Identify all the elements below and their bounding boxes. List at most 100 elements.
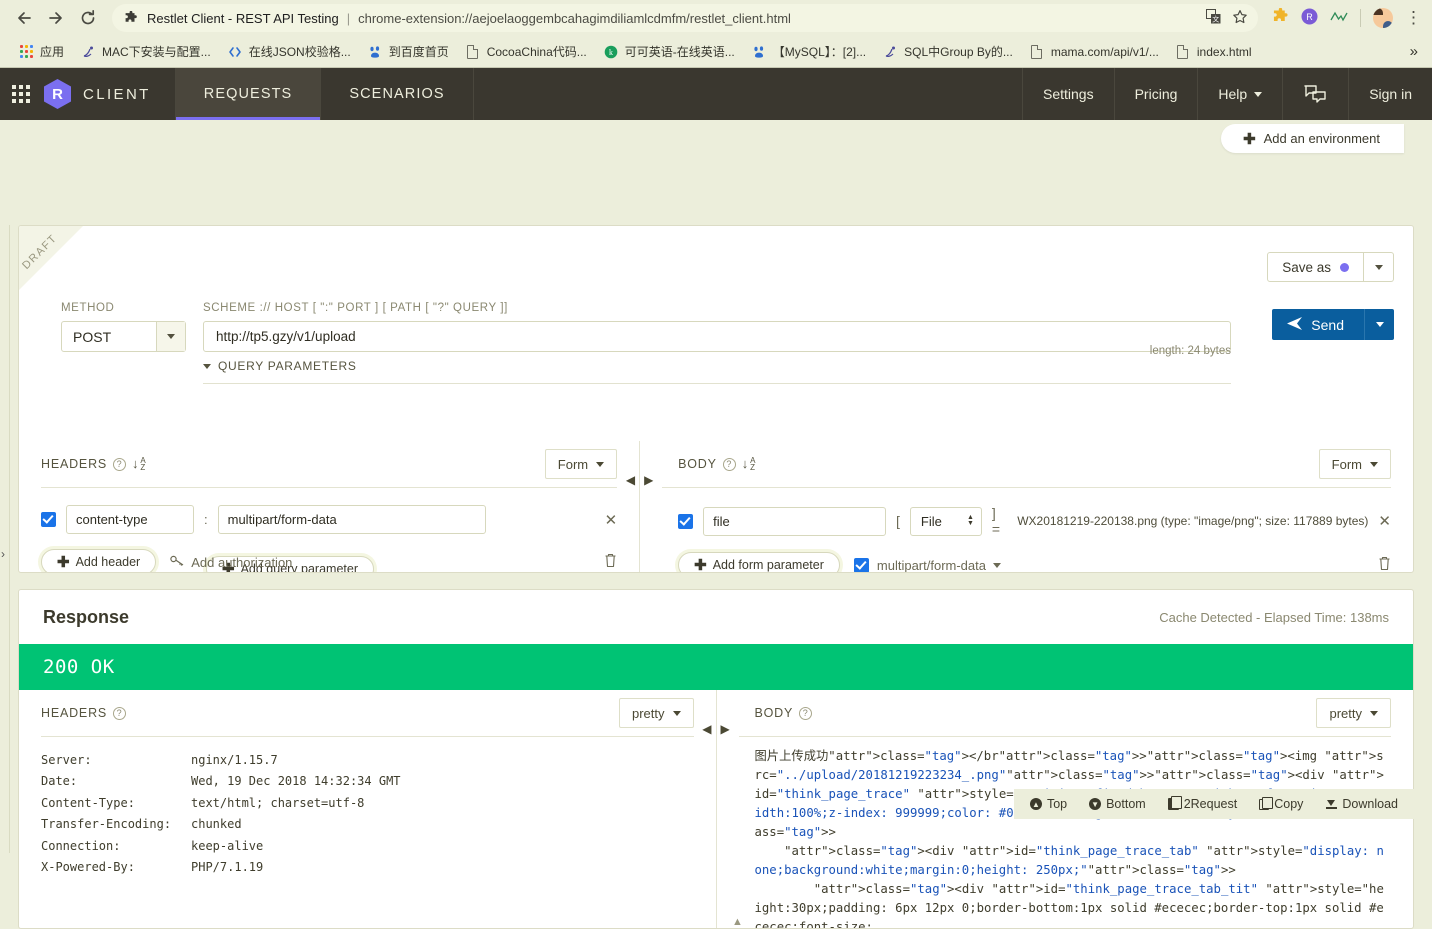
- header-value-input[interactable]: multipart/form-data: [217, 505, 486, 534]
- chat-button[interactable]: [1282, 68, 1348, 120]
- pane-scroll-left[interactable]: ◀: [702, 722, 711, 736]
- app-grid-icon[interactable]: [12, 85, 30, 103]
- restlet-extension-icon[interactable]: R: [1301, 8, 1318, 28]
- back-arrow-icon[interactable]: [10, 4, 38, 32]
- response-headers-mode-select[interactable]: pretty: [618, 698, 694, 728]
- help-icon[interactable]: ?: [799, 706, 813, 720]
- body-param-key-input[interactable]: file: [703, 506, 887, 536]
- remove-header-icon[interactable]: ✕: [605, 511, 618, 529]
- analytics-extension-icon[interactable]: [1330, 10, 1348, 27]
- pricing-link[interactable]: Pricing: [1113, 68, 1198, 120]
- bookmark-item[interactable]: MAC下安装与配置...: [72, 40, 219, 63]
- send-dropdown[interactable]: [1364, 309, 1394, 340]
- body-param-type-select[interactable]: File ▲ ▼: [909, 506, 982, 536]
- extension-puzzle-icon[interactable]: [1272, 7, 1289, 28]
- sign-in-link[interactable]: Sign in: [1348, 68, 1432, 120]
- chat-bubbles-icon: [1303, 83, 1328, 106]
- expand-sidebar-icon[interactable]: ›: [1, 547, 5, 561]
- table-row: Content-Type: text/html; charset=utf-8: [41, 792, 694, 814]
- query-parameters-divider: [203, 383, 1231, 384]
- add-form-parameter-button[interactable]: ✚ Add form parameter: [678, 552, 840, 572]
- forward-arrow-icon[interactable]: [42, 4, 70, 32]
- save-as-dropdown[interactable]: [1364, 252, 1394, 282]
- bracket-close: ] =: [991, 505, 1001, 537]
- save-as-group: Save as: [1267, 252, 1394, 282]
- restlet-app: R CLIENT REQUESTS SCENARIOS Settings Pri…: [0, 68, 1432, 929]
- download-button[interactable]: Download: [1325, 797, 1398, 811]
- response-body-mode-select[interactable]: pretty: [1316, 698, 1391, 728]
- help-icon[interactable]: ?: [113, 706, 127, 720]
- help-icon[interactable]: ?: [113, 457, 127, 471]
- method-select[interactable]: POST: [61, 321, 186, 352]
- bookmark-item[interactable]: 【MySQL】：[2]...: [743, 40, 874, 63]
- settings-link[interactable]: Settings: [1022, 68, 1114, 120]
- pane-scroll-right[interactable]: ▶: [721, 722, 730, 736]
- scroll-bottom-button[interactable]: ▼ Bottom: [1089, 797, 1146, 811]
- svg-text:文: 文: [1212, 15, 1219, 24]
- delete-body-icon[interactable]: [1378, 556, 1391, 572]
- chevron-down-icon[interactable]: [156, 322, 185, 351]
- tab-scenarios[interactable]: SCENARIOS: [321, 68, 474, 120]
- request-headers-pane: HEADERS ? ↓ A Z Form content-type : mult…: [19, 441, 641, 572]
- help-menu[interactable]: Help: [1197, 68, 1282, 120]
- bookmarks-overflow-button[interactable]: »: [1410, 43, 1422, 60]
- chevron-down-icon: [596, 461, 605, 467]
- header-enabled-checkbox[interactable]: [41, 512, 56, 527]
- bookmark-star-icon[interactable]: [1232, 9, 1248, 28]
- profile-avatar[interactable]: [1373, 8, 1393, 28]
- bookmark-item[interactable]: CocoaChina代码...: [457, 40, 595, 63]
- collapse-caret-icon[interactable]: ▲: [732, 916, 743, 928]
- help-icon[interactable]: ?: [722, 457, 736, 471]
- add-environment-button[interactable]: ✚ Add an environment: [1221, 124, 1404, 153]
- site-icon: [882, 44, 898, 60]
- header-value: nginx/1.15.7: [191, 752, 278, 767]
- sort-az-icon[interactable]: ↓ A Z: [132, 456, 146, 471]
- remove-body-param-icon[interactable]: ✕: [1378, 512, 1391, 530]
- pane-scroll-left[interactable]: ◀: [626, 473, 635, 487]
- sort-az-icon[interactable]: ↓ A Z: [742, 456, 756, 471]
- send-button[interactable]: Send: [1272, 309, 1364, 340]
- copy-button[interactable]: Copy: [1259, 796, 1303, 811]
- body-param-type-value: File: [920, 513, 942, 529]
- bookmark-item[interactable]: index.html: [1167, 41, 1260, 63]
- add-authorization-button[interactable]: Add authorization: [170, 555, 292, 570]
- translate-icon[interactable]: 文: [1206, 9, 1221, 27]
- bookmark-item[interactable]: mama.com/api/v1/...: [1021, 41, 1167, 63]
- header-key-input[interactable]: content-type: [66, 505, 194, 534]
- bookmark-item[interactable]: SQL中Group By的...: [874, 40, 1021, 63]
- table-row: X-Powered-By: PHP/7.1.19: [41, 857, 694, 879]
- body-param-key-value: file: [713, 513, 730, 529]
- content-type-checkbox[interactable]: [853, 557, 869, 572]
- url-input[interactable]: http://tp5.gzy/v1/upload: [203, 321, 1231, 352]
- tab-requests[interactable]: REQUESTS: [174, 68, 322, 120]
- bookmark-item[interactable]: 应用: [10, 40, 72, 63]
- add-header-button[interactable]: ✚ Add header: [41, 549, 157, 572]
- chrome-menu-icon[interactable]: ⋮: [1405, 9, 1422, 26]
- scroll-top-button[interactable]: ▲ Top: [1029, 797, 1067, 811]
- bookmark-item[interactable]: 在线JSON校验格...: [219, 40, 359, 63]
- pane-scroll-right[interactable]: ▶: [644, 473, 653, 487]
- bookmark-item[interactable]: k 可可英语-在线英语...: [595, 40, 743, 63]
- chevron-down-icon: [1374, 264, 1383, 270]
- bookmark-label: index.html: [1196, 44, 1252, 59]
- query-parameters-toggle[interactable]: QUERY PARAMETERS: [203, 359, 1231, 373]
- address-bar[interactable]: Restlet Client - REST API Testing | chro…: [112, 4, 1258, 32]
- reload-icon[interactable]: [74, 4, 102, 32]
- save-as-button[interactable]: Save as: [1267, 252, 1364, 282]
- delete-headers-icon[interactable]: [604, 553, 617, 571]
- bookmark-item[interactable]: 到百度首页: [359, 40, 457, 63]
- body-mode-select[interactable]: Form: [1318, 449, 1391, 479]
- stack-icon: [1167, 796, 1182, 810]
- headers-mode-value: Form: [557, 456, 589, 472]
- header-row: content-type : multipart/form-data ✕: [41, 505, 617, 534]
- body-param-enabled-checkbox[interactable]: [678, 513, 694, 529]
- bracket-open: [: [896, 513, 900, 529]
- chrome-extension-icons: R ⋮: [1266, 7, 1422, 28]
- headers-mode-select[interactable]: Form: [544, 449, 618, 479]
- body-content-type-select[interactable]: multipart/form-data: [877, 558, 1001, 572]
- baidu-icon: [751, 44, 767, 60]
- chevron-down-icon: [1370, 710, 1378, 716]
- to-request-button[interactable]: 2Request: [1167, 796, 1237, 811]
- response-headers-table: Server: nginx/1.15.7 Date: Wed, 19 Dec 2…: [41, 749, 694, 878]
- bookmark-label: MAC下安装与配置...: [102, 45, 211, 59]
